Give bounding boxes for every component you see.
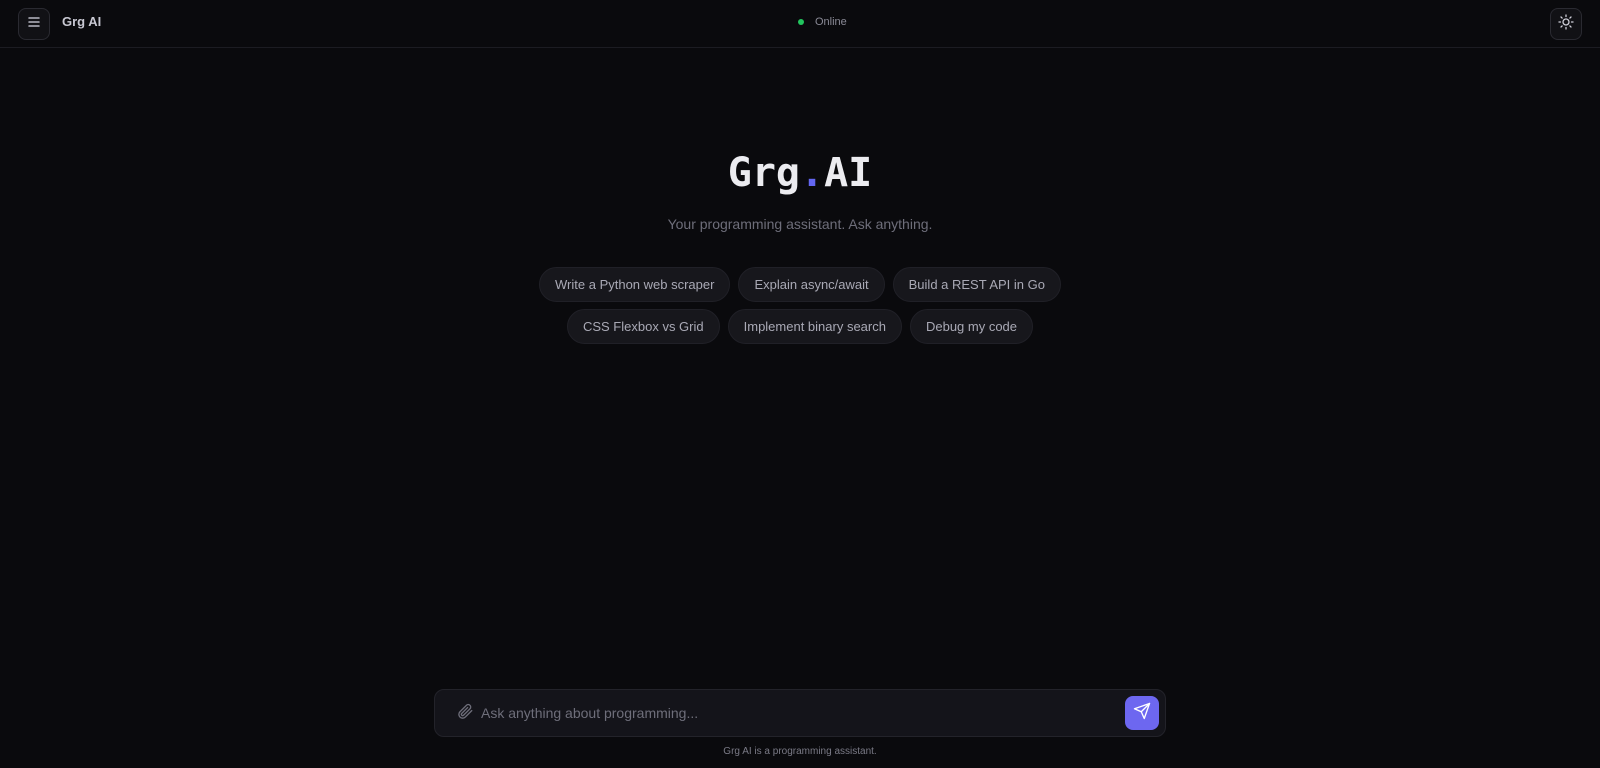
hero-title: Grg.AI — [0, 150, 1600, 196]
sun-icon — [1558, 13, 1574, 35]
send-icon — [1133, 702, 1151, 725]
hero-title-suffix: AI — [824, 150, 873, 196]
suggestion-chip[interactable]: Debug my code — [909, 309, 1034, 344]
footer-note: Grg AI is a programming assistant. — [723, 746, 877, 757]
hero-subtitle: Your programming assistant. Ask anything… — [667, 216, 933, 232]
menu-button[interactable] — [18, 8, 50, 40]
message-input[interactable] — [481, 690, 1125, 736]
suggestion-chip[interactable]: CSS Flexbox vs Grid — [566, 309, 720, 344]
attach-button[interactable] — [455, 703, 475, 723]
paperclip-icon — [456, 702, 474, 725]
suggestion-chip[interactable]: Write a Python web scraper — [539, 267, 731, 302]
suggestion-chip[interactable]: Implement binary search — [727, 309, 902, 344]
hamburger-menu-icon — [26, 14, 42, 35]
status-indicator: Online — [798, 16, 847, 28]
suggestion-chip[interactable]: Build a REST API in Go — [892, 267, 1061, 302]
hero-title-main: Grg — [727, 150, 800, 196]
brand-name: Grg AI — [62, 14, 102, 29]
suggestion-chip[interactable]: Explain async/await — [738, 267, 885, 302]
send-button[interactable] — [1125, 696, 1159, 730]
suggestion-row: Write a Python web scraper Explain async… — [0, 267, 1600, 302]
top-bar: Grg AI Online — [0, 0, 1600, 48]
status-text: Online — [815, 16, 847, 28]
hero-title-dot: . — [799, 150, 825, 196]
status-dot-icon — [798, 19, 804, 25]
message-composer — [434, 689, 1166, 737]
suggestion-row: CSS Flexbox vs Grid Implement binary sea… — [0, 309, 1600, 344]
theme-toggle-button[interactable] — [1550, 8, 1582, 40]
